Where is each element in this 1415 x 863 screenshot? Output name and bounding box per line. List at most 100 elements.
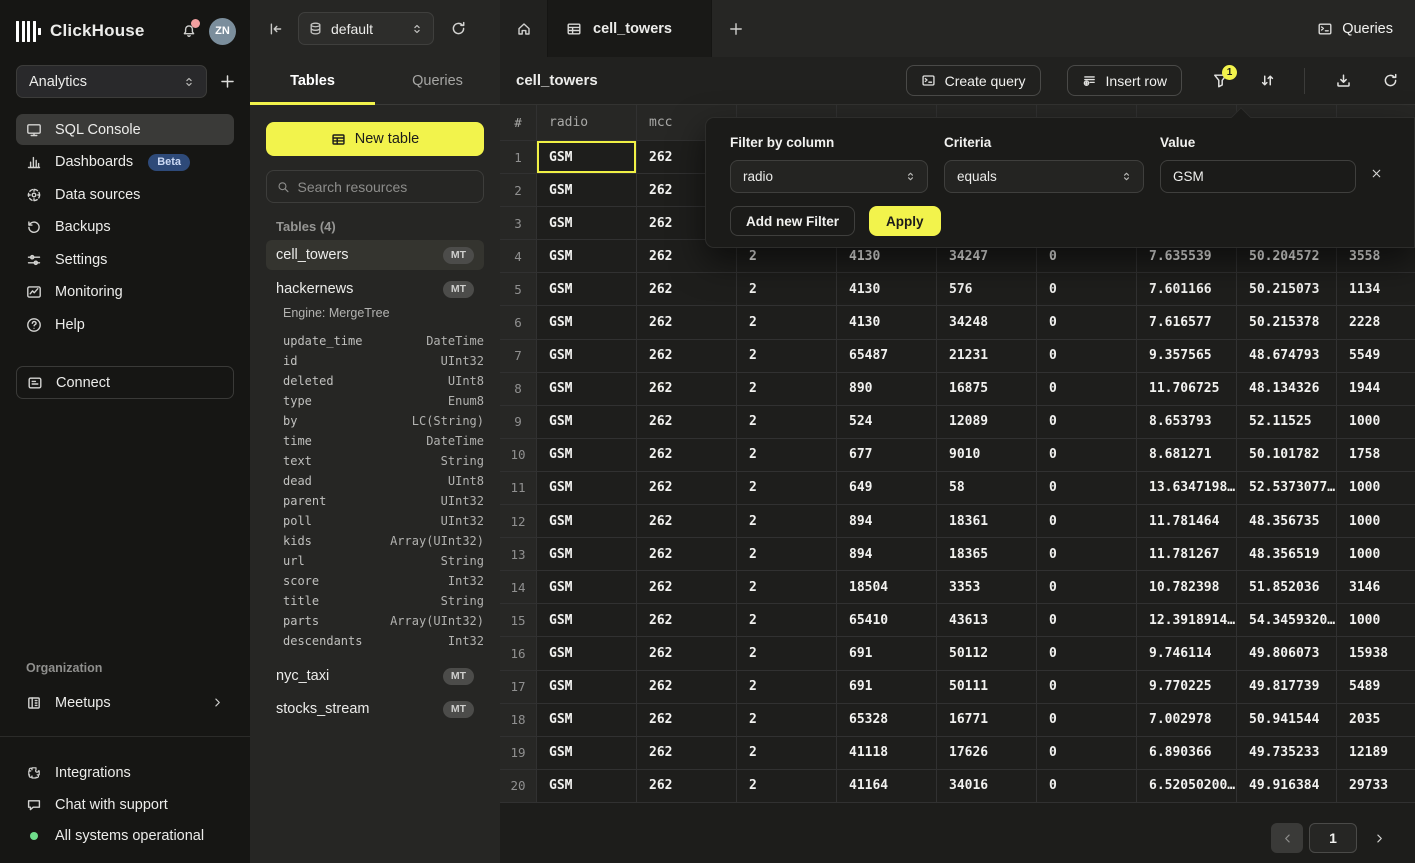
filter-column-select[interactable]: radio <box>730 160 928 193</box>
table-cell[interactable]: 2 <box>737 273 837 306</box>
table-cell[interactable]: 50.941544 <box>1237 704 1337 737</box>
table-cell[interactable]: 0 <box>1037 273 1137 306</box>
table-cell[interactable]: 11.781464 <box>1137 505 1237 538</box>
table-cell[interactable]: 48.356735 <box>1237 505 1337 538</box>
table-cell[interactable]: 0 <box>1037 770 1137 803</box>
table-cell[interactable]: 262 <box>637 737 737 770</box>
database-selector[interactable]: default <box>298 12 434 45</box>
table-cell[interactable]: GSM <box>537 439 637 472</box>
table-cell[interactable]: 48.674793 <box>1237 340 1337 373</box>
table-cell[interactable]: 0 <box>1037 505 1137 538</box>
table-cell[interactable]: 262 <box>637 505 737 538</box>
table-cell[interactable]: 1000 <box>1337 472 1415 505</box>
table-cell[interactable]: 49.806073 <box>1237 637 1337 670</box>
table-cell[interactable]: 2 <box>737 505 837 538</box>
table-cell[interactable]: GSM <box>537 340 637 373</box>
filter-value-input[interactable] <box>1160 160 1356 193</box>
table-cell[interactable]: 890 <box>837 373 937 406</box>
search-input[interactable] <box>298 179 473 195</box>
table-cell[interactable]: 0 <box>1037 737 1137 770</box>
sidebar-item-all-systems-operational[interactable]: All systems operational <box>16 821 234 851</box>
table-cell[interactable]: 0 <box>1037 472 1137 505</box>
table-cell[interactable]: 29733 <box>1337 770 1415 803</box>
sidebar-item-data-sources[interactable]: Data sources <box>16 179 234 210</box>
table-cell[interactable]: 2 <box>737 538 837 571</box>
table-cell[interactable]: GSM <box>537 737 637 770</box>
sidebar-item-integrations[interactable]: Integrations <box>16 758 234 788</box>
table-cell[interactable]: 2 <box>737 737 837 770</box>
table-cell[interactable]: 52.5373077… <box>1237 472 1337 505</box>
table-cell[interactable]: 262 <box>637 373 737 406</box>
table-cell[interactable]: 50.215073 <box>1237 273 1337 306</box>
table-cell[interactable]: 262 <box>637 538 737 571</box>
selected-cell[interactable]: GSM <box>537 141 637 174</box>
table-cell[interactable]: 2 <box>737 373 837 406</box>
table-cell[interactable]: 677 <box>837 439 937 472</box>
next-page-button[interactable] <box>1363 823 1395 853</box>
sidebar-item-sql-console[interactable]: SQL Console <box>16 114 234 145</box>
table-cell[interactable]: 52.11525 <box>1237 406 1337 439</box>
table-cell[interactable]: 51.852036 <box>1237 571 1337 604</box>
table-cell[interactable]: 16875 <box>937 373 1037 406</box>
apply-filter-button[interactable]: Apply <box>869 206 941 236</box>
table-cell[interactable]: 262 <box>637 704 737 737</box>
table-cell[interactable]: GSM <box>537 637 637 670</box>
table-cell[interactable]: 12.3918914… <box>1137 604 1237 637</box>
add-new-filter-button[interactable]: Add new Filter <box>730 206 855 236</box>
table-cell[interactable]: 9.357565 <box>1137 340 1237 373</box>
table-cell[interactable]: 50111 <box>937 671 1037 704</box>
filter-criteria-select[interactable]: equals <box>944 160 1144 193</box>
refresh-table-button[interactable] <box>1382 72 1399 89</box>
table-cell[interactable]: 7.002978 <box>1137 704 1237 737</box>
table-cell[interactable]: 2 <box>737 472 837 505</box>
table-cell[interactable]: 262 <box>637 340 737 373</box>
table-cell[interactable]: GSM <box>537 704 637 737</box>
table-cell[interactable]: 2228 <box>1337 306 1415 339</box>
table-cell[interactable]: 1944 <box>1337 373 1415 406</box>
sidebar-item-dashboards[interactable]: DashboardsBeta <box>16 147 234 178</box>
sidebar-item-backups[interactable]: Backups <box>16 212 234 243</box>
sidebar-item-settings[interactable]: Settings <box>16 244 234 275</box>
table-cell[interactable]: 43613 <box>937 604 1037 637</box>
table-cell[interactable]: 0 <box>1037 604 1137 637</box>
table-cell[interactable]: 34248 <box>937 306 1037 339</box>
table-cell[interactable]: 0 <box>1037 373 1137 406</box>
sort-button[interactable] <box>1259 72 1276 89</box>
table-cell[interactable]: 7.616577 <box>1137 306 1237 339</box>
table-cell[interactable]: GSM <box>537 671 637 704</box>
table-cell[interactable]: 65328 <box>837 704 937 737</box>
table-cell[interactable]: 262 <box>637 671 737 704</box>
table-cell[interactable]: 5549 <box>1337 340 1415 373</box>
table-cell[interactable]: GSM <box>537 406 637 439</box>
table-cell[interactable]: 49.916384 <box>1237 770 1337 803</box>
table-cell[interactable]: 0 <box>1037 637 1137 670</box>
table-cell[interactable]: 18504 <box>837 571 937 604</box>
table-cell[interactable]: 2 <box>737 340 837 373</box>
table-cell[interactable]: 54.3459320… <box>1237 604 1337 637</box>
table-cell[interactable]: 2 <box>737 770 837 803</box>
table-cell[interactable]: 0 <box>1037 704 1137 737</box>
table-cell[interactable]: 2 <box>737 671 837 704</box>
table-cell[interactable]: 262 <box>637 770 737 803</box>
table-cell[interactable]: 262 <box>637 273 737 306</box>
table-item-stocks-stream[interactable]: stocks_stream MT <box>266 694 484 724</box>
table-cell[interactable]: 8.681271 <box>1137 439 1237 472</box>
table-cell[interactable]: 262 <box>637 637 737 670</box>
table-cell[interactable]: GSM <box>537 373 637 406</box>
table-cell[interactable]: 48.134326 <box>1237 373 1337 406</box>
create-query-button[interactable]: Create query <box>906 65 1041 96</box>
table-cell[interactable]: 2 <box>737 704 837 737</box>
table-cell[interactable]: 9.746114 <box>1137 637 1237 670</box>
table-item-hackernews[interactable]: hackernews MT <box>266 274 484 304</box>
table-cell[interactable]: 2 <box>737 571 837 604</box>
table-cell[interactable]: 1000 <box>1337 604 1415 637</box>
new-tab-button[interactable] <box>712 0 760 57</box>
table-cell[interactable]: 576 <box>937 273 1037 306</box>
table-cell[interactable]: 894 <box>837 505 937 538</box>
table-cell[interactable]: 262 <box>637 604 737 637</box>
table-cell[interactable]: 1000 <box>1337 538 1415 571</box>
table-cell[interactable]: 6.52050200… <box>1137 770 1237 803</box>
table-cell[interactable]: 7.601166 <box>1137 273 1237 306</box>
table-cell[interactable]: 2 <box>737 637 837 670</box>
table-cell[interactable]: 1000 <box>1337 505 1415 538</box>
